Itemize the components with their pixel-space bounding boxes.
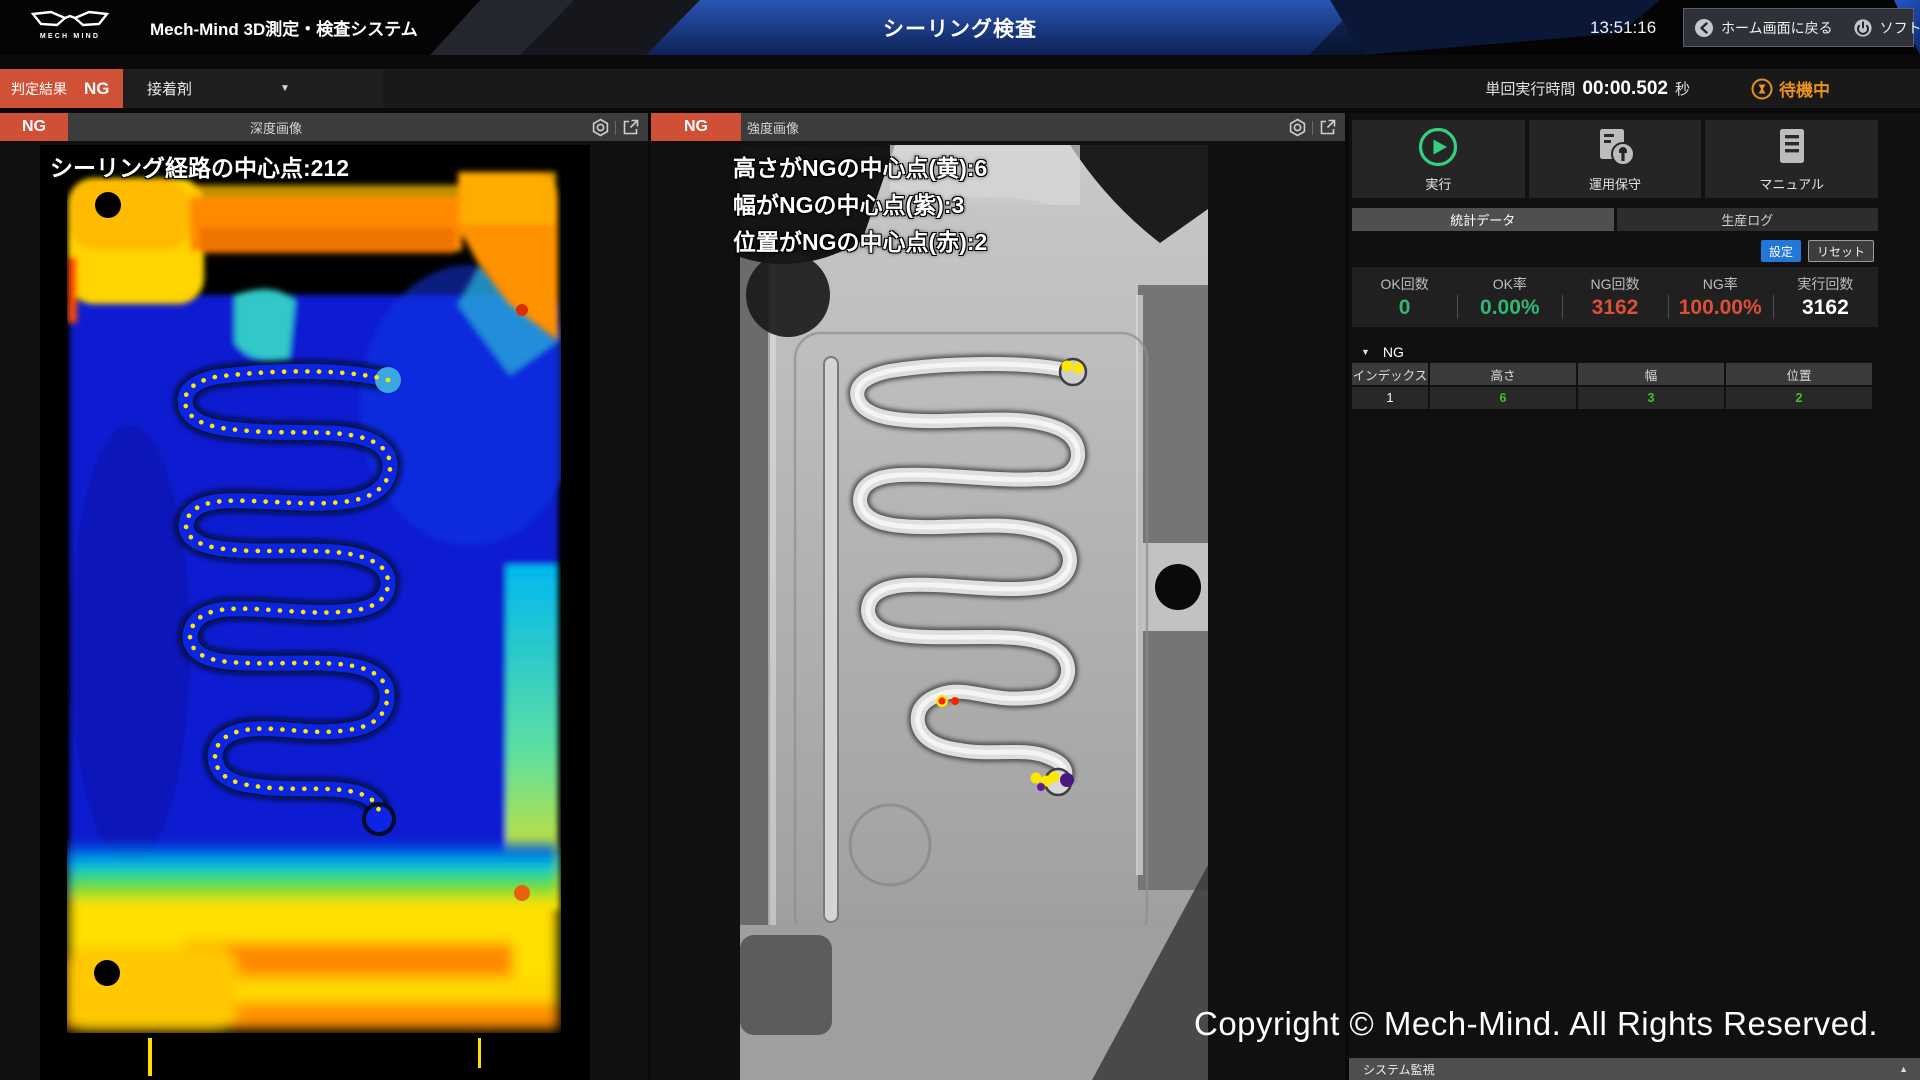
cell-position: 2 [1726, 387, 1872, 409]
tab-statistics[interactable]: 統計データ [1352, 208, 1614, 231]
manual-icon [1771, 126, 1813, 168]
exec-time-value: 00:00.502 [1582, 78, 1668, 100]
icon-divider [1312, 121, 1313, 135]
statistics-summary: OK回数 0 OK率 0.00% NG回数 3162 NG率 100.00% 実… [1352, 267, 1878, 327]
manual-button[interactable]: マニュアル [1705, 120, 1878, 198]
right-sidebar: 実行 運用保守 マニュアル [1349, 113, 1920, 1080]
exec-time-unit: 秒 [1675, 78, 1690, 99]
reset-button[interactable]: リセット [1808, 240, 1874, 262]
exit-button[interactable]: ソフトウェアを終了 [1843, 18, 1920, 38]
depth-image-panel: NG 深度画像 [0, 113, 648, 1080]
stat-ok-rate: OK率 0.00% [1457, 267, 1562, 327]
col-height: 高さ [1430, 363, 1576, 385]
top-bar: MECH MIND Mech-Mind 3D測定・検査システム シーリング検査 … [0, 0, 1920, 55]
copyright-text: Copyright © Mech-Mind. All Rights Reserv… [1194, 1005, 1878, 1043]
judgement-label: 判定結果 [11, 79, 67, 99]
cell-width: 3 [1578, 387, 1724, 409]
mech-mind-logo-icon [31, 10, 109, 32]
logo-text: MECH MIND [40, 33, 100, 40]
depth-panel-title: 深度画像 [250, 113, 302, 141]
judgement-result-block: 判定結果 NG [0, 69, 123, 108]
machine-status: 待機中 [1751, 69, 1916, 108]
home-button-label: ホーム画面に戻る [1721, 18, 1833, 38]
intensity-panel-title: 強度画像 [747, 113, 799, 141]
clock: 13:51:16 [1590, 0, 1656, 55]
sidebar-tabs: 統計データ 生産ログ [1352, 208, 1878, 231]
col-position: 位置 [1726, 363, 1872, 385]
status-text: 待機中 [1779, 76, 1830, 101]
play-icon [1417, 126, 1459, 168]
open-external-icon[interactable] [1318, 118, 1337, 137]
settings-hexagon-icon[interactable] [591, 118, 610, 137]
exec-time-label: 単回実行時間 [1485, 78, 1575, 99]
back-home-icon [1694, 18, 1714, 38]
power-icon [1853, 18, 1873, 38]
depth-overlay-text: シーリング経路の中心点:212 [50, 150, 349, 187]
intensity-overlay-line3: 位置がNGの中心点(赤):2 [733, 224, 987, 261]
cell-index: 1 [1352, 387, 1428, 409]
system-monitor-bar[interactable]: システム監視 ▲ [1349, 1058, 1920, 1080]
mech-mind-logo: MECH MIND [14, 10, 126, 46]
depth-image[interactable]: シーリング経路の中心点:212 [40, 145, 590, 1080]
depth-panel-header: NG 深度画像 [0, 113, 648, 141]
hourglass-icon [1751, 78, 1773, 100]
home-button[interactable]: ホーム画面に戻る [1684, 18, 1843, 38]
system-monitor-label: システム監視 [1363, 1061, 1435, 1078]
stats-controls: 設定 リセット [1761, 240, 1874, 262]
result-toolbar: 判定結果 NG 接着剤 ▼ 単回実行時間 00:00.502 秒 待機中 [0, 69, 1920, 108]
stat-total-count: 実行回数 3162 [1773, 267, 1878, 327]
settings-button[interactable]: 設定 [1761, 240, 1801, 262]
ng-section-title: NG [1383, 344, 1404, 360]
run-button[interactable]: 実行 [1352, 120, 1525, 198]
depth-ng-badge: NG [0, 113, 68, 141]
intensity-ng-badge: NG [651, 113, 741, 141]
intensity-image-panel: NG 強度画像 [651, 113, 1345, 1080]
manual-button-label: マニュアル [1759, 174, 1824, 193]
chevron-down-icon: ▼ [1361, 347, 1370, 357]
tab-production-log[interactable]: 生産ログ [1617, 208, 1879, 231]
page-title: シーリング検査 [660, 0, 1260, 55]
icon-divider [615, 121, 616, 135]
stat-ok-count: OK回数 0 [1352, 267, 1457, 327]
app-root: MECH MIND Mech-Mind 3D測定・検査システム シーリング検査 … [0, 0, 1920, 1080]
action-button-row: 実行 運用保守 マニュアル [1352, 120, 1878, 198]
maintenance-button-label: 運用保守 [1589, 174, 1641, 193]
depth-overlay-line1: シーリング経路の中心点:212 [50, 150, 349, 187]
intensity-rendering [740, 145, 1208, 1080]
chevron-down-icon: ▼ [280, 83, 290, 94]
col-index: インデックス [1352, 363, 1428, 385]
maintenance-button[interactable]: 運用保守 [1529, 120, 1702, 198]
cell-height: 6 [1430, 387, 1576, 409]
intensity-overlay-text: 高さがNGの中心点(黄):6 幅がNGの中心点(紫):3 位置がNGの中心点(赤… [733, 150, 987, 261]
depth-map-rendering [40, 145, 590, 1080]
chevron-up-icon: ▲ [1899, 1064, 1908, 1074]
intensity-overlay-line1: 高さがNGの中心点(黄):6 [733, 150, 987, 187]
judgement-value: NG [84, 79, 110, 99]
open-external-icon[interactable] [621, 118, 640, 137]
intensity-image[interactable]: 高さがNGの中心点(黄):6 幅がNGの中心点(紫):3 位置がNGの中心点(赤… [740, 145, 1208, 1080]
col-width: 幅 [1578, 363, 1724, 385]
recipe-selected-value: 接着剤 [147, 78, 192, 99]
settings-hexagon-icon[interactable] [1288, 118, 1307, 137]
ng-section-toggle[interactable]: ▼ NG [1361, 344, 1404, 360]
stat-ng-count: NG回数 3162 [1562, 267, 1667, 327]
ng-table: インデックス 高さ 幅 位置 1 6 3 2 [1352, 363, 1872, 411]
intensity-overlay-line2: 幅がNGの中心点(紫):3 [733, 187, 987, 224]
exit-button-label: ソフトウェアを終了 [1880, 18, 1920, 38]
stat-ng-rate: NG率 100.00% [1668, 267, 1773, 327]
ng-table-row[interactable]: 1 6 3 2 [1352, 387, 1872, 409]
topbar-button-group: ホーム画面に戻る ソフトウェアを終了 [1683, 8, 1914, 47]
single-run-time: 単回実行時間 00:00.502 秒 [1485, 69, 1690, 108]
recipe-dropdown[interactable]: 接着剤 ▼ [123, 69, 383, 108]
maintenance-icon [1593, 126, 1637, 168]
intensity-panel-header: NG 強度画像 [651, 113, 1345, 141]
run-button-label: 実行 [1425, 174, 1451, 193]
ng-table-header: インデックス 高さ 幅 位置 [1352, 363, 1872, 385]
app-title: Mech-Mind 3D測定・検査システム [150, 0, 418, 55]
